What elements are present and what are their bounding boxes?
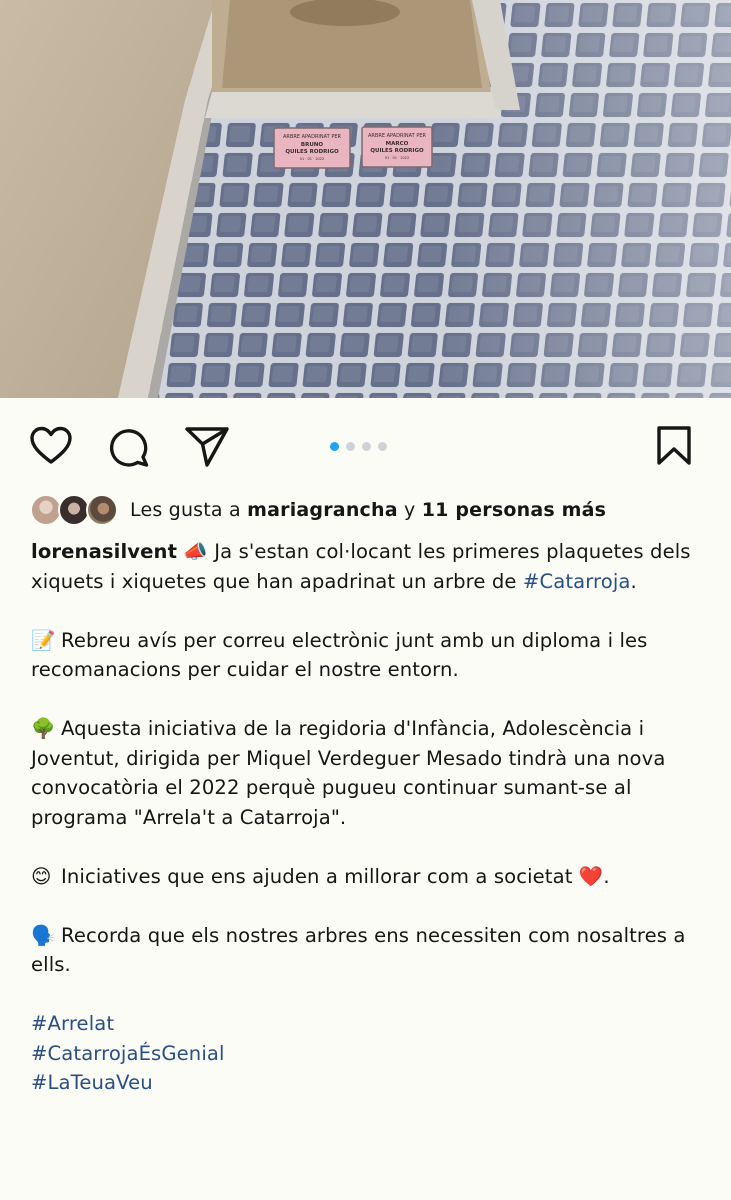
likes-joiner: y [404,499,416,521]
svg-text:QUILES RODRIGO: QUILES RODRIGO [370,148,424,154]
liker-avatars[interactable] [30,494,120,526]
caption-paragraph: 🗣️ Recorda que els nostres arbres ens nec… [31,921,711,980]
red-heart-icon: ❤️ [578,864,604,888]
plaque-right: ARBRE APADRINAT PER MARCO QUILES RODRIGO… [361,126,433,168]
memo-icon: 📝 [31,628,56,652]
hashtag-list: #Arrelat #CatarrojaÉsGenial #LaTeuaVeu [31,1009,711,1098]
carousel-dot[interactable] [330,442,339,451]
caption-paragraph: 🌳 Aquesta iniciativa de la regidoria d'In… [31,714,711,832]
liker-username-link[interactable]: mariagrancha [247,499,398,521]
hashtag-link[interactable]: #Catarroja [523,570,631,593]
pavement-photo: ARBRE APADRINAT PER BRUNO QUILES RODRIGO… [0,0,731,398]
post-action-bar [0,398,731,494]
paper-plane-icon [185,427,229,467]
caption-punct: . [630,569,637,593]
hashtag-link[interactable]: #CatarrojaÉsGenial [31,1039,711,1069]
svg-text:MARCO: MARCO [386,141,409,147]
svg-text:01 · 01 · 2022: 01 · 01 · 2022 [385,156,410,160]
comment-icon [110,429,149,467]
share-button[interactable] [184,425,230,469]
caption-text: Iniciatives que ens ajuden a millorar co… [61,864,573,888]
caption-punct: . [603,864,610,888]
plaque-left: ARBRE APADRINAT PER BRUNO QUILES RODRIGO… [273,127,351,169]
likes-prefix: Les gusta a [130,499,241,521]
carousel-dot[interactable] [362,442,371,451]
caption-paragraph: lorenasilvent 📣 Ja s'estan col·locant le… [31,537,711,596]
svg-text:QUILES RODRIGO: QUILES RODRIGO [285,149,339,155]
hashtag-link[interactable]: #Arrelat [31,1009,711,1039]
comment-button[interactable] [107,425,151,469]
svg-text:ARBRE APADRINAT PER: ARBRE APADRINAT PER [283,134,341,140]
author-username-link[interactable]: lorenasilvent [31,540,177,563]
megaphone-icon: 📣 [183,540,208,563]
carousel-dot[interactable] [378,442,387,451]
caption-text: Rebreu avís per correu electrònic junt a… [31,628,648,682]
caption-paragraph: 📝 Rebreu avís per correu electrònic junt … [31,626,711,685]
like-button[interactable] [29,426,73,466]
carousel-dot[interactable] [346,442,355,451]
caption-paragraph: 😊 Iniciatives que ens ajuden a millorar c… [31,862,711,892]
likes-summary: Les gusta a mariagrancha y 11 personas m… [130,499,606,521]
caption-text: Aquesta iniciativa de la regidoria d'Inf… [31,717,666,829]
likes-row[interactable]: Les gusta a mariagrancha y 11 personas m… [30,494,720,526]
carousel-indicator [330,442,387,452]
tree-icon: 🌳 [31,717,56,740]
save-button[interactable] [655,425,693,467]
avatar[interactable] [86,494,118,526]
likes-others-link[interactable]: 11 personas más [422,499,606,521]
post-caption: lorenasilvent 📣 Ja s'estan col·locant le… [31,537,711,1098]
svg-text:01 · 01 · 2022: 01 · 01 · 2022 [300,157,325,161]
heart-icon [30,426,72,464]
svg-text:ARBRE APADRINAT PER: ARBRE APADRINAT PER [368,133,426,139]
smile-icon: 😊 [31,864,52,888]
hashtag-link[interactable]: #LaTeuaVeu [31,1068,711,1098]
bookmark-icon [657,426,691,465]
svg-text:BRUNO: BRUNO [301,142,323,148]
post-photo[interactable]: ARBRE APADRINAT PER BRUNO QUILES RODRIGO… [0,0,731,398]
speaking-head-icon: 🗣️ [31,923,56,947]
caption-text: Recorda que els nostres arbres ens neces… [31,923,686,977]
